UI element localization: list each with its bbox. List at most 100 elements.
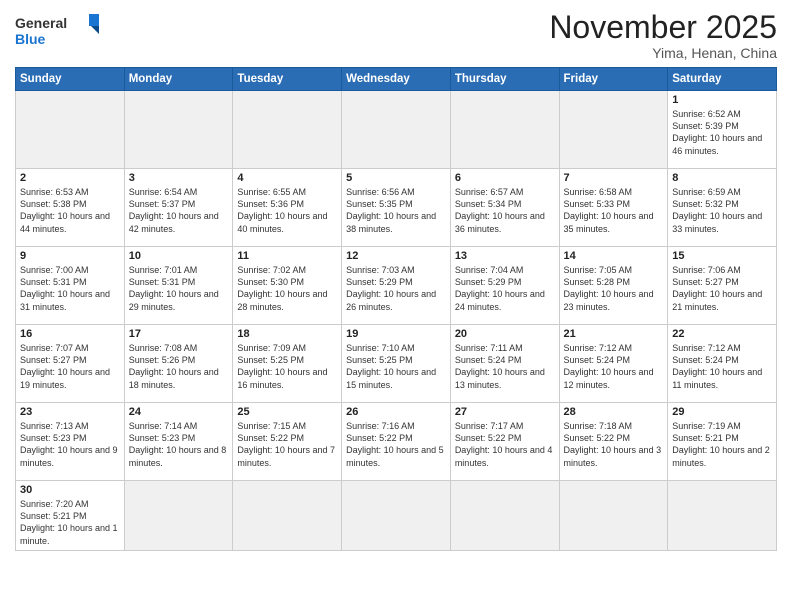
calendar-cell [124,91,233,169]
day-info: Sunrise: 6:53 AM Sunset: 5:38 PM Dayligh… [20,186,120,235]
day-number: 12 [346,250,446,262]
calendar-cell: 9 Sunrise: 7:00 AM Sunset: 5:31 PM Daylig… [16,247,125,325]
day-number: 29 [672,406,772,418]
day-number: 2 [20,172,120,184]
calendar-header-row: Sunday Monday Tuesday Wednesday Thursday… [16,68,777,91]
calendar-cell [450,91,559,169]
day-info: Sunrise: 7:18 AM Sunset: 5:22 PM Dayligh… [564,420,664,469]
day-number: 24 [129,406,229,418]
day-info: Sunrise: 7:08 AM Sunset: 5:26 PM Dayligh… [129,342,229,391]
calendar-week-row: 9 Sunrise: 7:00 AM Sunset: 5:31 PM Daylig… [16,247,777,325]
calendar-week-row: 30 Sunrise: 7:20 AM Sunset: 5:21 PM Dayli… [16,481,777,551]
calendar-cell: 20Sunrise: 7:11 AM Sunset: 5:24 PM Dayli… [450,325,559,403]
calendar-cell: 22 Sunrise: 7:12 AM Sunset: 5:24 PM Dayli… [668,325,777,403]
calendar-cell: 5 Sunrise: 6:56 AM Sunset: 5:35 PM Daylig… [342,169,451,247]
header-friday: Friday [559,68,668,91]
day-info: Sunrise: 7:04 AM Sunset: 5:29 PM Dayligh… [455,264,555,313]
calendar-cell: 7Sunrise: 6:58 AM Sunset: 5:33 PM Daylig… [559,169,668,247]
calendar-cell: 1Sunrise: 6:52 AM Sunset: 5:39 PM Daylig… [668,91,777,169]
calendar-cell [342,91,451,169]
day-number: 13 [455,250,555,262]
day-number: 26 [346,406,446,418]
day-number: 23 [20,406,120,418]
header: General Blue November 2025 Yima, Henan, … [15,10,777,61]
calendar-cell: 18Sunrise: 7:09 AM Sunset: 5:25 PM Dayli… [233,325,342,403]
calendar-cell: 4 Sunrise: 6:55 AM Sunset: 5:36 PM Daylig… [233,169,342,247]
calendar-cell [342,481,451,551]
day-info: Sunrise: 6:55 AM Sunset: 5:36 PM Dayligh… [237,186,337,235]
day-number: 18 [237,328,337,340]
calendar-cell: 25 Sunrise: 7:15 AM Sunset: 5:22 PM Dayli… [233,403,342,481]
day-number: 9 [20,250,120,262]
calendar-cell [233,481,342,551]
day-info: Sunrise: 7:15 AM Sunset: 5:22 PM Dayligh… [237,420,337,469]
day-number: 20 [455,328,555,340]
svg-text:General: General [15,15,67,31]
calendar-cell: 14 Sunrise: 7:05 AM Sunset: 5:28 PM Dayli… [559,247,668,325]
calendar-cell: 26 Sunrise: 7:16 AM Sunset: 5:22 PM Dayli… [342,403,451,481]
calendar-cell [668,481,777,551]
header-monday: Monday [124,68,233,91]
day-number: 11 [237,250,337,262]
day-info: Sunrise: 6:58 AM Sunset: 5:33 PM Dayligh… [564,186,664,235]
header-saturday: Saturday [668,68,777,91]
day-info: Sunrise: 6:56 AM Sunset: 5:35 PM Dayligh… [346,186,446,235]
logo: General Blue [15,10,105,52]
day-info: Sunrise: 7:05 AM Sunset: 5:28 PM Dayligh… [564,264,664,313]
day-number: 28 [564,406,664,418]
day-info: Sunrise: 7:13 AM Sunset: 5:23 PM Dayligh… [20,420,120,469]
day-number: 25 [237,406,337,418]
calendar-cell: 13 Sunrise: 7:04 AM Sunset: 5:29 PM Dayli… [450,247,559,325]
calendar-cell [16,91,125,169]
day-info: Sunrise: 7:01 AM Sunset: 5:31 PM Dayligh… [129,264,229,313]
day-info: Sunrise: 7:20 AM Sunset: 5:21 PM Dayligh… [20,498,120,547]
calendar-cell: 16 Sunrise: 7:07 AM Sunset: 5:27 PM Dayli… [16,325,125,403]
calendar-week-row: 1Sunrise: 6:52 AM Sunset: 5:39 PM Daylig… [16,91,777,169]
day-number: 5 [346,172,446,184]
day-info: Sunrise: 6:54 AM Sunset: 5:37 PM Dayligh… [129,186,229,235]
day-number: 30 [20,484,120,496]
calendar-week-row: 23 Sunrise: 7:13 AM Sunset: 5:23 PM Dayli… [16,403,777,481]
day-info: Sunrise: 7:00 AM Sunset: 5:31 PM Dayligh… [20,264,120,313]
calendar-cell: 17Sunrise: 7:08 AM Sunset: 5:26 PM Dayli… [124,325,233,403]
day-number: 19 [346,328,446,340]
calendar-cell [450,481,559,551]
day-number: 4 [237,172,337,184]
day-number: 15 [672,250,772,262]
day-info: Sunrise: 7:12 AM Sunset: 5:24 PM Dayligh… [564,342,664,391]
calendar-cell [124,481,233,551]
header-sunday: Sunday [16,68,125,91]
day-info: Sunrise: 7:03 AM Sunset: 5:29 PM Dayligh… [346,264,446,313]
calendar-cell [559,91,668,169]
calendar-cell: 29Sunrise: 7:19 AM Sunset: 5:21 PM Dayli… [668,403,777,481]
header-wednesday: Wednesday [342,68,451,91]
day-number: 27 [455,406,555,418]
calendar-cell: 23 Sunrise: 7:13 AM Sunset: 5:23 PM Dayli… [16,403,125,481]
calendar-cell: 24 Sunrise: 7:14 AM Sunset: 5:23 PM Dayli… [124,403,233,481]
day-info: Sunrise: 7:14 AM Sunset: 5:23 PM Dayligh… [129,420,229,469]
day-number: 3 [129,172,229,184]
title-block: November 2025 Yima, Henan, China [549,10,777,61]
calendar-cell: 2 Sunrise: 6:53 AM Sunset: 5:38 PM Daylig… [16,169,125,247]
page: General Blue November 2025 Yima, Henan, … [0,0,792,561]
calendar-cell [233,91,342,169]
header-tuesday: Tuesday [233,68,342,91]
day-number: 14 [564,250,664,262]
calendar-week-row: 2 Sunrise: 6:53 AM Sunset: 5:38 PM Daylig… [16,169,777,247]
day-info: Sunrise: 7:17 AM Sunset: 5:22 PM Dayligh… [455,420,555,469]
day-number: 22 [672,328,772,340]
day-number: 21 [564,328,664,340]
day-info: Sunrise: 7:12 AM Sunset: 5:24 PM Dayligh… [672,342,772,391]
calendar-cell [559,481,668,551]
day-info: Sunrise: 7:07 AM Sunset: 5:27 PM Dayligh… [20,342,120,391]
header-thursday: Thursday [450,68,559,91]
calendar-cell: 28 Sunrise: 7:18 AM Sunset: 5:22 PM Dayli… [559,403,668,481]
calendar-cell: 11Sunrise: 7:02 AM Sunset: 5:30 PM Dayli… [233,247,342,325]
day-info: Sunrise: 7:06 AM Sunset: 5:27 PM Dayligh… [672,264,772,313]
calendar-cell: 3 Sunrise: 6:54 AM Sunset: 5:37 PM Daylig… [124,169,233,247]
day-info: Sunrise: 7:16 AM Sunset: 5:22 PM Dayligh… [346,420,446,469]
day-number: 16 [20,328,120,340]
calendar-cell: 15 Sunrise: 7:06 AM Sunset: 5:27 PM Dayli… [668,247,777,325]
day-info: Sunrise: 6:52 AM Sunset: 5:39 PM Dayligh… [672,108,772,157]
calendar-subtitle: Yima, Henan, China [549,45,777,61]
